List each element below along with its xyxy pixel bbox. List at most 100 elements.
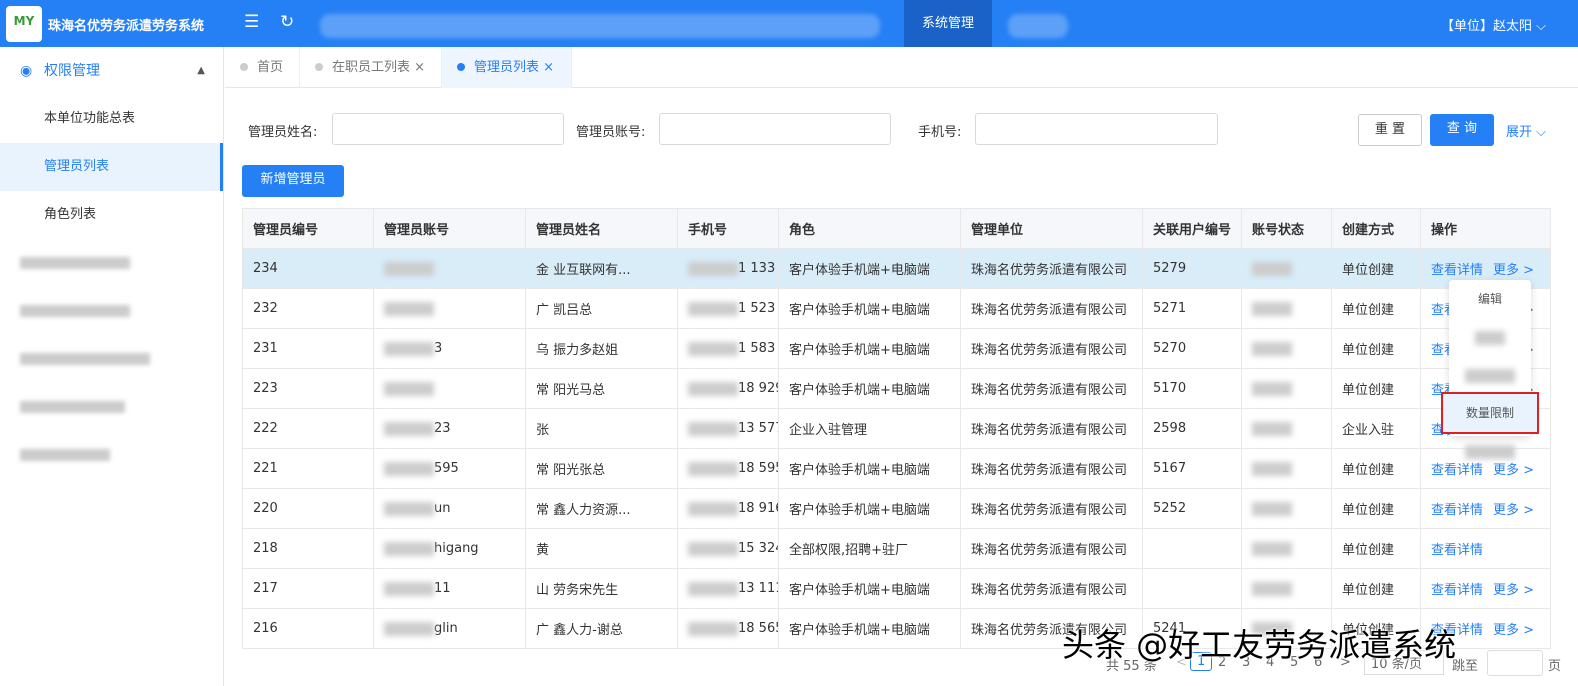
cell-text: 金 业互联网有...: [536, 263, 631, 278]
table-cell: 珠海名优劳务派遣有限公司: [960, 328, 1143, 369]
cell-text: 张: [536, 423, 550, 438]
sidebar-item-admin-list[interactable]: 管理员列表: [0, 143, 223, 191]
table-cell: 1 583: [677, 328, 779, 369]
table-cell: 客户体验手机端+电脑端: [778, 328, 961, 369]
admin-name-input[interactable]: [332, 113, 564, 145]
more-link[interactable]: 更多 >: [1493, 263, 1534, 278]
blurred-text: [1252, 501, 1292, 516]
table-cell: [1241, 488, 1332, 529]
blurred-item[interactable]: [0, 287, 223, 335]
more-link[interactable]: 更多 >: [1493, 623, 1534, 638]
table-row[interactable]: 223 常 阳光马总 18 929客户体验手机端+电脑端珠海名优劳务派遣有限公司51…: [242, 368, 1551, 409]
expand-toggle[interactable]: 展开 ⌵: [1506, 121, 1546, 140]
table-cell: un: [373, 488, 526, 529]
tab-home[interactable]: 首页: [225, 47, 300, 88]
blurred-text: [384, 461, 434, 476]
table-cell: 3: [373, 328, 526, 369]
column-header: 管理员账号: [373, 208, 526, 249]
blurred-text: [688, 341, 738, 356]
query-button[interactable]: 查 询: [1430, 114, 1494, 146]
table-cell: 15 324: [677, 528, 779, 569]
actions-cell: 查看详情: [1420, 528, 1551, 569]
table-cell: 常 阳光马总: [525, 368, 678, 409]
table-cell: 单位创建: [1331, 528, 1421, 569]
table-cell: 13 111: [677, 568, 779, 609]
tab-admin-list[interactable]: 管理员列表 ×: [442, 47, 572, 88]
table-cell: 客户体验手机端+电脑端: [778, 248, 961, 289]
jump-page-input[interactable]: [1487, 650, 1543, 676]
table-cell: 23: [373, 408, 526, 449]
menu-item-quantity-limit[interactable]: 数量限制: [1441, 392, 1539, 434]
close-icon[interactable]: ×: [543, 60, 554, 75]
table-cell: 张: [525, 408, 678, 449]
table-cell: [1142, 568, 1242, 609]
table-cell: 全部权限,招聘+驻厂: [778, 528, 961, 569]
blurred-text: [384, 381, 434, 396]
view-details-link[interactable]: 查看详情: [1431, 583, 1483, 598]
add-admin-button[interactable]: 新增管理员: [242, 165, 344, 197]
table-cell: 广 鑫人力-谢总: [525, 608, 678, 649]
tab-employees[interactable]: 在职员工列表 ×: [300, 47, 442, 88]
blurred-text: [688, 301, 738, 316]
table-cell: [373, 248, 526, 289]
page-unit-label: 页: [1548, 659, 1562, 674]
table-cell: 18 929: [677, 368, 779, 409]
table-cell: 珠海名优劳务派遣有限公司: [960, 368, 1143, 409]
tab-bar: 首页 在职员工列表 × 管理员列表 ×: [225, 47, 1578, 88]
table-row[interactable]: 218 higang 黄 15 324全部权限,招聘+驻厂珠海名优劳务派遣有限公司 单位…: [242, 528, 1551, 569]
collapse-menu-icon[interactable]: ☰: [244, 12, 259, 32]
column-header: 角色: [778, 208, 961, 249]
table-cell: 单位创建: [1331, 488, 1421, 529]
table-cell: 珠海名优劳务派遣有限公司: [960, 568, 1143, 609]
user-menu[interactable]: 【单位】赵太阳 ⌵: [1441, 15, 1546, 34]
admin-table: 管理员编号 管理员账号 管理员姓名 手机号 角色 管理单位 关联用户编号 账号状态 创建方式 操作…: [242, 208, 1551, 649]
table-row[interactable]: 234 金 业互联网有... 1 133 客户体验手机端+电脑端 珠海名优劳务派遣有限公…: [242, 248, 1551, 289]
sidebar-item-functions[interactable]: 本单位功能总表: [0, 95, 223, 143]
blurred-item[interactable]: [0, 383, 223, 431]
menu-item-blurred[interactable]: [1449, 318, 1531, 356]
sidebar-group-permissions[interactable]: ◉ 权限管理 ▲: [0, 47, 223, 95]
blurred-text: [1252, 341, 1292, 356]
table-row[interactable]: 231 3 乌 振力多赵姐 1 583 客户体验手机端+电脑端 珠海名优劳务派遣有限公司 5…: [242, 328, 1551, 369]
table-row[interactable]: 221 595 常 阳光张总 18 595客户体验手机端+电脑端珠海名优劳务派遣有限公…: [242, 448, 1551, 489]
table-cell: 珠海名优劳务派遣有限公司: [960, 408, 1143, 449]
table-cell: 595: [373, 448, 526, 489]
table-row[interactable]: 22223张13 577企业入驻管理珠海名优劳务派遣有限公司2598企业入驻查看…: [242, 408, 1551, 449]
table-row[interactable]: 217 11 山 劳务宋先生 13 111客户体验手机端+电脑端珠海名优劳务派遣有限公…: [242, 568, 1551, 609]
watermark: 头条 @好工友劳务派遣系统: [1062, 626, 1457, 664]
view-details-link[interactable]: 查看详情: [1431, 543, 1483, 558]
blurred-text: [384, 621, 434, 636]
tab-label: 管理员列表: [474, 60, 540, 75]
sidebar-item-roles[interactable]: 角色列表: [0, 191, 223, 239]
app-title: 珠海名优劳务派遣劳务系统: [48, 19, 205, 34]
menu-item-blurred[interactable]: [1449, 432, 1531, 470]
refresh-icon[interactable]: ↻: [280, 12, 294, 32]
cell-text: 山 劳务宋先生: [536, 583, 619, 598]
view-details-link[interactable]: 查看详情: [1431, 503, 1483, 518]
column-header: 关联用户编号: [1142, 208, 1242, 249]
cell-text: 常 阳光马总: [536, 383, 606, 398]
reset-button[interactable]: 重 置: [1358, 114, 1422, 146]
more-link[interactable]: 更多 >: [1493, 503, 1534, 518]
table-cell: [373, 288, 526, 329]
cell-text: 18 916: [738, 501, 778, 516]
cell-text: 13 577: [738, 421, 778, 436]
close-icon[interactable]: ×: [414, 60, 425, 75]
cell-text: 595: [434, 461, 459, 476]
menu-item-blurred[interactable]: [1449, 356, 1531, 394]
blurred-text: [688, 381, 738, 396]
blurred-item[interactable]: [0, 431, 223, 479]
phone-input[interactable]: [975, 113, 1218, 145]
menu-item-edit[interactable]: 编辑: [1449, 280, 1531, 318]
table-row[interactable]: 232 广 凯吕总 1 523 客户体验手机端+电脑端 珠海名优劳务派遣有限公司 5271…: [242, 288, 1551, 329]
blurred-item[interactable]: [0, 335, 223, 383]
more-link[interactable]: 更多 >: [1493, 583, 1534, 598]
table-cell: 客户体验手机端+电脑端: [778, 368, 961, 409]
blurred-text: [1252, 381, 1292, 396]
view-details-link[interactable]: 查看详情: [1431, 263, 1483, 278]
blurred-item[interactable]: [0, 239, 223, 287]
admin-account-input[interactable]: [659, 113, 891, 145]
table-cell: 珠海名优劳务派遣有限公司: [960, 448, 1143, 489]
menu-system-management[interactable]: 系统管理: [904, 0, 992, 47]
table-row[interactable]: 220 un 常 鑫人力资源... 18 916客户体验手机端+电脑端珠海名优劳务派遣…: [242, 488, 1551, 529]
